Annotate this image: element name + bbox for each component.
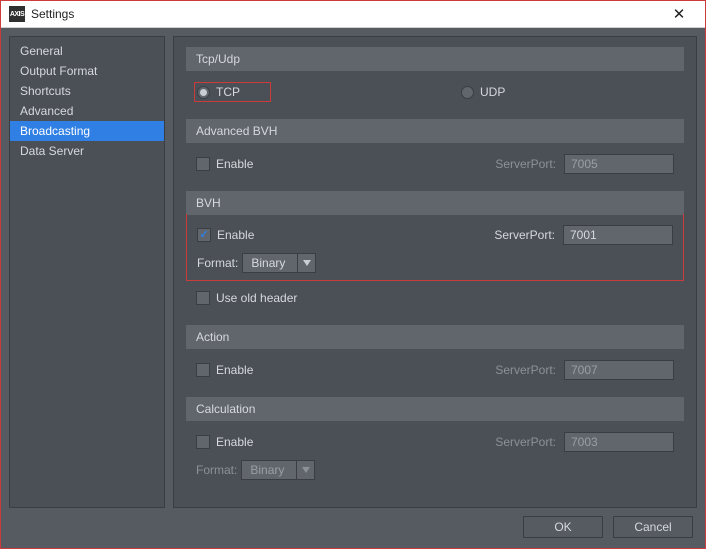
chevron-down-icon (297, 254, 315, 272)
ok-button[interactable]: OK (523, 516, 603, 538)
section-action: Action Enable ServerPort: (186, 325, 684, 387)
panels: General Output Format Shortcuts Advanced… (9, 36, 697, 508)
sidebar: General Output Format Shortcuts Advanced… (9, 36, 165, 508)
sidebar-item-shortcuts[interactable]: Shortcuts (10, 81, 164, 101)
label-calculation-enable: Enable (216, 435, 253, 449)
radio-tcp[interactable] (197, 86, 210, 99)
checkbox-calculation-enable[interactable] (196, 435, 210, 449)
section-body-advanced-bvh: Enable ServerPort: (186, 143, 684, 181)
sidebar-item-broadcasting[interactable]: Broadcasting (10, 121, 164, 141)
checkbox-bvh-use-old-header[interactable] (196, 291, 210, 305)
label-bvh-port: ServerPort: (494, 228, 555, 242)
input-advanced-bvh-port[interactable] (564, 154, 674, 174)
input-action-port[interactable] (564, 360, 674, 380)
input-bvh-port[interactable] (563, 225, 673, 245)
sidebar-item-general[interactable]: General (10, 41, 164, 61)
label-action-port: ServerPort: (495, 363, 556, 377)
select-calculation-format-value: Binary (242, 463, 296, 477)
titlebar: AXIS Settings ✕ (1, 1, 705, 28)
section-tcpudp: Tcp/Udp TCP UDP (186, 47, 684, 109)
settings-window: AXIS Settings ✕ General Output Format Sh… (0, 0, 706, 549)
close-button[interactable]: ✕ (661, 1, 697, 27)
section-body-calculation: Enable ServerPort: Format: Binary (186, 421, 684, 487)
section-advanced-bvh: Advanced BVH Enable ServerPort: (186, 119, 684, 181)
client-area: General Output Format Shortcuts Advanced… (1, 28, 705, 548)
app-icon: AXIS (9, 6, 25, 22)
checkbox-bvh-enable[interactable] (197, 228, 211, 242)
highlight-bvh: Enable ServerPort: Format: Binary (186, 214, 684, 281)
label-action-enable: Enable (216, 363, 253, 377)
label-calculation-format: Format: (196, 463, 237, 477)
section-header-bvh: BVH (186, 191, 684, 215)
label-advanced-bvh-port: ServerPort: (495, 157, 556, 171)
radio-udp-label: UDP (480, 85, 505, 99)
main-panel: Tcp/Udp TCP UDP (173, 36, 697, 508)
checkbox-action-enable[interactable] (196, 363, 210, 377)
input-calculation-port[interactable] (564, 432, 674, 452)
label-bvh-use-old-header: Use old header (216, 291, 297, 305)
select-bvh-format[interactable]: Binary (242, 253, 316, 273)
sidebar-item-advanced[interactable]: Advanced (10, 101, 164, 121)
sidebar-item-output-format[interactable]: Output Format (10, 61, 164, 81)
section-header-action: Action (186, 325, 684, 349)
section-calculation: Calculation Enable ServerPort: Format: (186, 397, 684, 487)
footer: OK Cancel (9, 508, 697, 540)
chevron-down-icon (296, 461, 314, 479)
label-calculation-port: ServerPort: (495, 435, 556, 449)
close-icon: ✕ (673, 5, 686, 23)
label-advanced-bvh-enable: Enable (216, 157, 253, 171)
checkbox-advanced-bvh-enable[interactable] (196, 157, 210, 171)
radio-udp[interactable] (461, 86, 474, 99)
select-calculation-format[interactable]: Binary (241, 460, 315, 480)
section-body-action: Enable ServerPort: (186, 349, 684, 387)
section-body-tcpudp: TCP UDP (186, 71, 684, 109)
label-bvh-enable: Enable (217, 228, 254, 242)
section-header-advanced-bvh: Advanced BVH (186, 119, 684, 143)
select-bvh-format-value: Binary (243, 256, 297, 270)
radio-tcp-label: TCP (216, 85, 240, 99)
label-bvh-format: Format: (197, 256, 238, 270)
window-title: Settings (31, 7, 74, 21)
section-header-tcpudp: Tcp/Udp (186, 47, 684, 71)
section-header-calculation: Calculation (186, 397, 684, 421)
sidebar-item-data-server[interactable]: Data Server (10, 141, 164, 161)
highlight-tcp: TCP (194, 82, 271, 102)
section-bvh: BVH Enable ServerPort: Format: (186, 191, 684, 315)
cancel-button[interactable]: Cancel (613, 516, 693, 538)
